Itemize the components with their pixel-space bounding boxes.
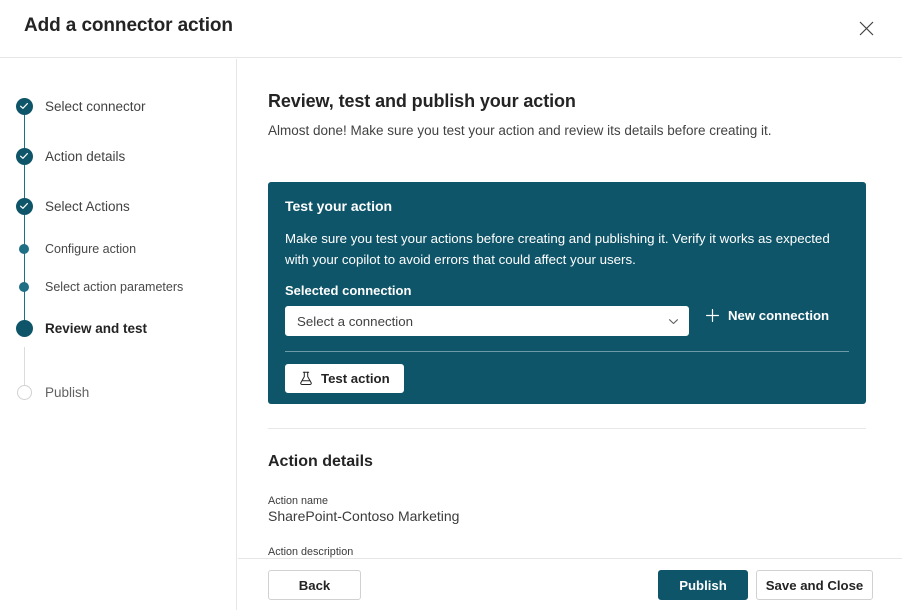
card-description: Make sure you test your actions before c… xyxy=(285,228,851,270)
stepper-item-configure-action[interactable]: Configure action xyxy=(14,239,136,259)
test-action-button[interactable]: Test action xyxy=(285,364,404,393)
new-connection-label: New connection xyxy=(728,308,829,323)
card-title: Test your action xyxy=(285,198,392,214)
chevron-down-icon xyxy=(667,315,680,328)
test-your-action-card: Test your action Make sure you test your… xyxy=(268,182,866,404)
close-icon xyxy=(859,21,874,36)
save-and-close-button[interactable]: Save and Close xyxy=(756,570,873,600)
check-circle-icon xyxy=(16,98,33,115)
stepper-item-label: Review and test xyxy=(45,321,147,336)
check-circle-icon xyxy=(16,198,33,215)
selected-connection-label: Selected connection xyxy=(285,283,411,298)
stepper-item-label: Select connector xyxy=(45,99,146,114)
dialog-title: Add a connector action xyxy=(24,15,233,37)
stepper-connector-6 xyxy=(24,347,25,387)
action-name-label: Action name xyxy=(268,495,328,507)
connection-select-value: Select a connection xyxy=(297,314,667,329)
stepper-item-publish[interactable]: Publish xyxy=(14,382,89,402)
page-title: Review, test and publish your action xyxy=(268,91,576,112)
step-marker xyxy=(14,382,34,402)
beaker-icon xyxy=(299,371,313,386)
dialog-titlebar: Add a connector action xyxy=(0,0,902,58)
dialog-footer: Back Publish Save and Close xyxy=(238,558,902,610)
progress-stepper: Select connector Action details xyxy=(0,59,237,610)
action-description-label: Action description xyxy=(268,546,353,558)
stepper-item-label: Select action parameters xyxy=(45,280,183,294)
stepper-item-label: Action details xyxy=(45,149,125,164)
stepper-item-label: Select Actions xyxy=(45,199,130,214)
check-circle-icon xyxy=(16,148,33,165)
step-marker xyxy=(14,318,34,338)
stepper-item-review-and-test[interactable]: Review and test xyxy=(14,318,147,338)
plus-icon xyxy=(705,308,720,323)
connection-select[interactable]: Select a connection xyxy=(285,306,689,336)
empty-circle-icon xyxy=(17,385,32,400)
dot-icon xyxy=(19,244,29,254)
page-subtitle: Almost done! Make sure you test your act… xyxy=(268,123,772,138)
step-marker xyxy=(14,239,34,259)
publish-button[interactable]: Publish xyxy=(658,570,748,600)
action-details-heading: Action details xyxy=(268,453,373,471)
stepper-item-label: Configure action xyxy=(45,242,136,256)
stepper-item-label: Publish xyxy=(45,385,89,400)
action-name-value: SharePoint-Contoso Marketing xyxy=(268,508,459,524)
test-action-label: Test action xyxy=(321,371,390,386)
filled-circle-icon xyxy=(16,320,33,337)
stepper-item-select-actions[interactable]: Select Actions xyxy=(14,196,130,216)
section-divider xyxy=(268,428,866,429)
new-connection-button[interactable]: New connection xyxy=(705,308,829,323)
step-marker xyxy=(14,96,34,116)
add-connector-action-dialog: Add a connector action Sele xyxy=(0,0,902,610)
step-marker xyxy=(14,277,34,297)
close-button[interactable] xyxy=(850,12,882,44)
dot-icon xyxy=(19,282,29,292)
stepper-item-action-details[interactable]: Action details xyxy=(14,146,125,166)
stepper-item-select-connector[interactable]: Select connector xyxy=(14,96,146,116)
stepper-item-select-action-parameters[interactable]: Select action parameters xyxy=(14,277,183,297)
main-content: Review, test and publish your action Alm… xyxy=(238,59,902,558)
back-button[interactable]: Back xyxy=(268,570,361,600)
step-marker xyxy=(14,196,34,216)
card-divider xyxy=(285,351,849,352)
step-marker xyxy=(14,146,34,166)
